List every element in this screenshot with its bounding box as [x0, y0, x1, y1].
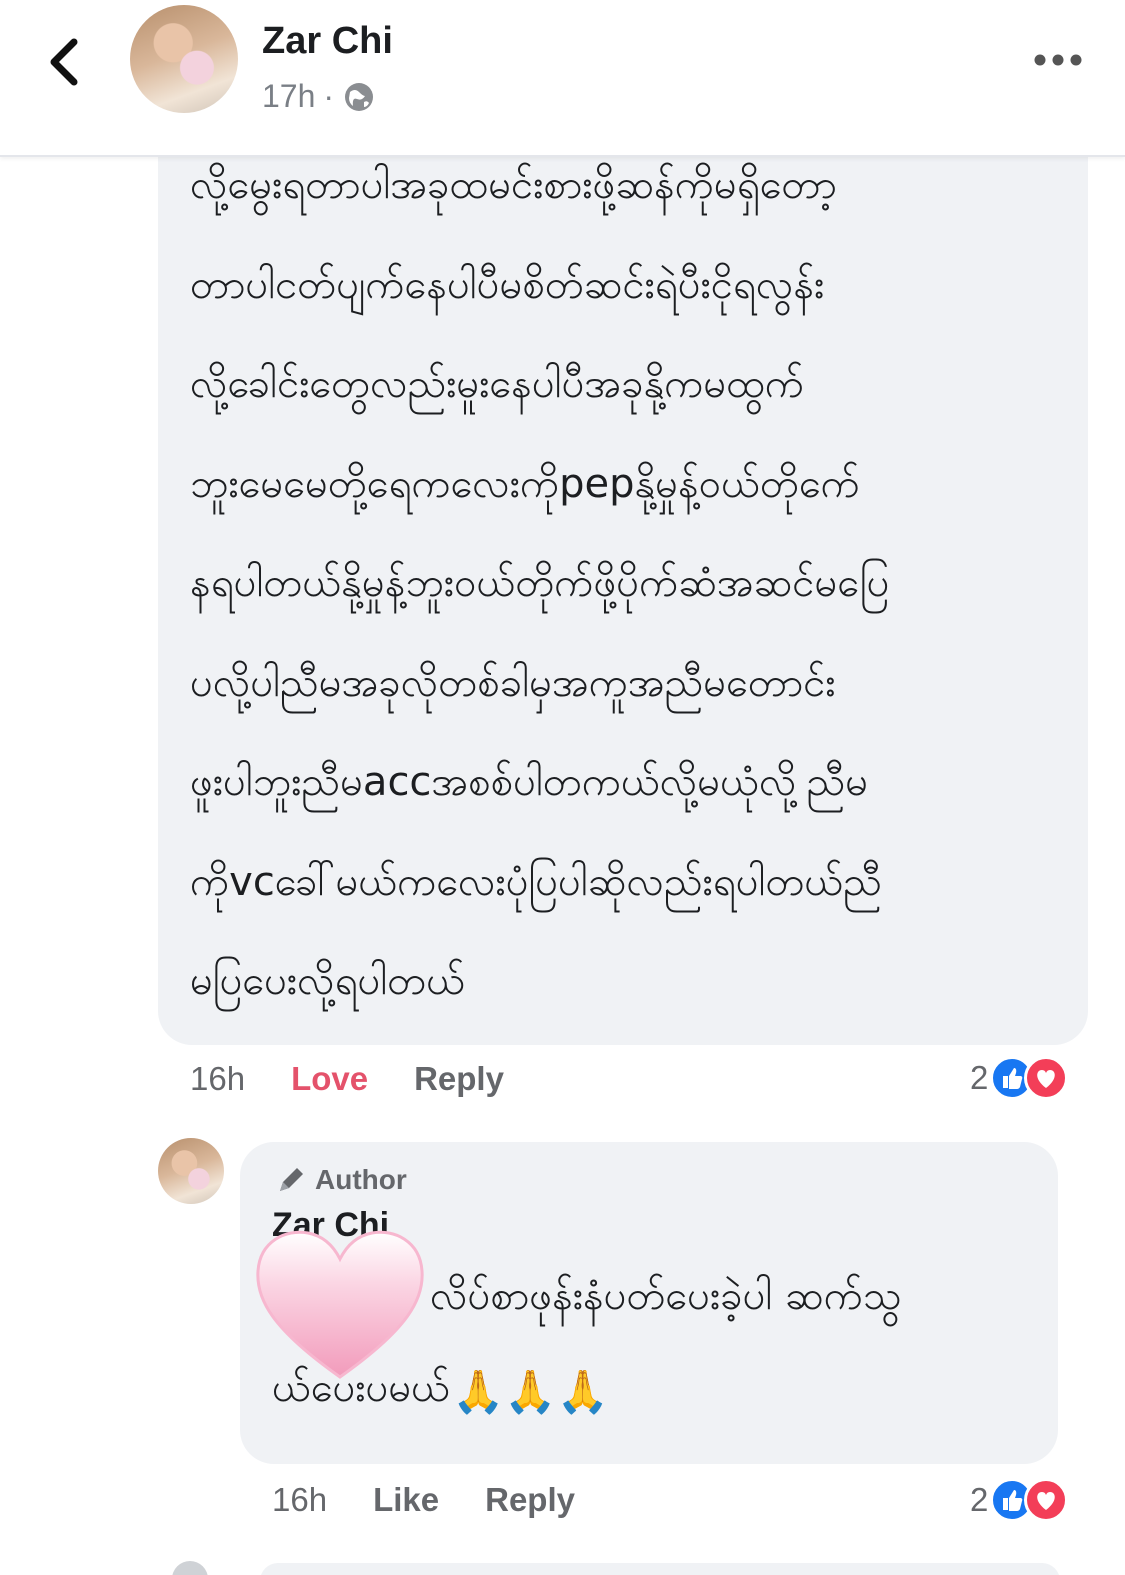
comment-line: ပလို့ပါညီမအခုလိုတစ်ခါမှအကူအညီမတောင်း — [190, 659, 836, 706]
post-meta: 17h · — [262, 78, 376, 115]
reply-button[interactable]: Reply — [485, 1481, 575, 1519]
comment-text: လို့မွေးရတာပါအခုထမင်းစားဖို့ဆန်ကိုမရှိတေ… — [190, 155, 1070, 1051]
reaction-count: 2 — [970, 1059, 989, 1096]
more-options-icon[interactable] — [1030, 40, 1086, 80]
pencil-icon — [280, 1168, 303, 1191]
reaction-count: 2 — [970, 1481, 989, 1518]
author-name[interactable]: Zar Chi — [262, 20, 393, 63]
meta-separator: · — [323, 78, 335, 114]
comment-line: နရပါတယ်နို့မှုန့်ဘူးဝယ်တိုက်ဖို့ပိုက်ဆံအ… — [190, 560, 890, 606]
reply-button[interactable]: Reply — [414, 1060, 504, 1098]
comment-line: လို့ခေါင်းတွေလည်းမူးနေပါပီအခုနို့ကမထွက် — [190, 361, 805, 407]
comment-line: မပြပေးလို့ရပါတယ် — [190, 958, 466, 1004]
comment-line: ကိုvcခေါ်မယ်ကလေးပုံပြပါဆိုလည်းရပါတယ်ညီ — [190, 858, 882, 905]
reply-actions: 16h Like Reply — [272, 1481, 575, 1519]
comment-time[interactable]: 16h — [190, 1060, 245, 1098]
reply-author-avatar[interactable] — [158, 1138, 224, 1204]
reply-time[interactable]: 16h — [272, 1481, 327, 1519]
comment-line: တာပါငတ်ပျက်နေပါပီမစိတ်ဆင်းရဲပီးငိုရလွန်း — [190, 261, 825, 308]
praying-hands-emoji: 🙏🙏🙏 — [452, 1366, 609, 1416]
comment-actions: 16h Love Reply — [190, 1060, 504, 1098]
heart-sticker-icon — [256, 1230, 424, 1379]
comment-line: ဘူးမေမေတို့ရေကလေးကိုpepနို့မှုန့်ဝယ်တိုက… — [190, 460, 860, 507]
love-reaction-button[interactable]: Love — [291, 1060, 368, 1098]
comment-line: ဖူးပါဘူးညီမaccအစစ်ပါတကယ်လို့မယုံလို့ညီမ — [190, 759, 869, 805]
post-header: Zar Chi 17h · — [0, 0, 1125, 157]
author-avatar[interactable] — [130, 5, 238, 113]
post-time[interactable]: 17h — [262, 78, 315, 115]
love-reaction-icon — [1024, 1478, 1069, 1522]
reply-reactions[interactable]: 2 — [970, 1478, 1069, 1522]
author-badge-label: Author — [315, 1164, 407, 1195]
comment-line: လို့မွေးရတာပါအခုထမင်းစားဖို့ဆန်ကိုမရှိတေ… — [190, 162, 837, 208]
reply-text-line: လိပ်စာဖုန်းနံပတ်ပေးခဲ့ပါ ဆက်သွ — [430, 1273, 902, 1319]
author-badge: Author — [275, 1164, 407, 1196]
back-arrow-icon[interactable] — [40, 32, 92, 92]
like-button[interactable]: Like — [373, 1481, 439, 1519]
comment-reactions[interactable]: 2 — [970, 1056, 1069, 1100]
globe-icon — [345, 82, 374, 111]
next-comment-edge — [172, 1561, 1059, 1575]
love-reaction-icon — [1024, 1056, 1069, 1100]
